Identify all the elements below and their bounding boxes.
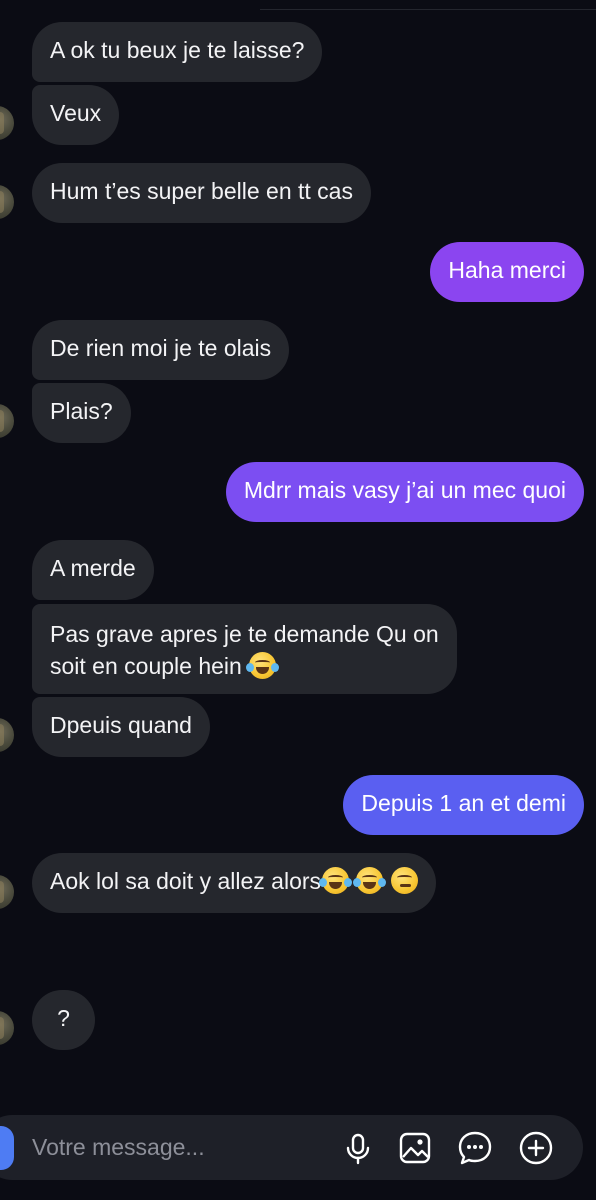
message-incoming[interactable]: Dpeuis quand: [32, 697, 210, 757]
face-with-tears-of-joy-icon: [246, 652, 280, 679]
message-text-line-1: Pas grave apres je te demande Qu on: [50, 621, 439, 647]
plus-circle-icon[interactable]: [514, 1126, 558, 1170]
smirking-face-icon: [390, 867, 418, 894]
message-text: A merde: [50, 555, 136, 581]
camera-button[interactable]: [0, 1126, 14, 1170]
chat-screen: A ok tu beux je te laisse? Veux Hum t’es…: [0, 0, 596, 1200]
microphone-icon[interactable]: [336, 1126, 380, 1170]
message-text-line-2-text: soit en couple hein: [50, 653, 242, 679]
contact-avatar[interactable]: [0, 875, 14, 909]
message-text: Aok lol sa doit y allez alors: [50, 868, 322, 894]
message-text: A ok tu beux je te laisse?: [50, 37, 305, 63]
contact-avatar[interactable]: [0, 718, 14, 752]
header-divider: [260, 9, 596, 10]
message-outgoing[interactable]: Haha merci: [430, 242, 584, 302]
message-incoming[interactable]: Aok lol sa doit y allez alors: [32, 853, 436, 913]
message-outgoing[interactable]: Depuis 1 an et demi: [343, 775, 584, 835]
message-incoming[interactable]: Plais?: [32, 383, 131, 443]
contact-avatar[interactable]: [0, 185, 14, 219]
message-text: Veux: [50, 100, 102, 126]
message-text: Mdrr mais vasy j’ai un mec quoi: [243, 477, 566, 503]
face-with-tears-of-joy-icon: [353, 867, 387, 894]
message-incoming[interactable]: A ok tu beux je te laisse?: [32, 22, 323, 82]
message-outgoing[interactable]: Mdrr mais vasy j’ai un mec quoi: [225, 462, 584, 522]
message-text: Hum t’es super belle en tt cas: [50, 178, 353, 204]
message-incoming[interactable]: ?: [32, 990, 95, 1050]
message-input[interactable]: Votre message...: [32, 1132, 205, 1162]
contact-avatar[interactable]: [0, 404, 14, 438]
message-incoming[interactable]: Hum t’es super belle en tt cas: [32, 163, 371, 223]
message-incoming[interactable]: A merde: [32, 540, 154, 600]
message-text: Plais?: [50, 398, 113, 424]
message-text: Depuis 1 an et demi: [361, 790, 566, 816]
contact-avatar[interactable]: [0, 106, 14, 140]
image-icon[interactable]: [393, 1126, 437, 1170]
message-text: ?: [57, 1005, 70, 1031]
face-with-tears-of-joy-icon: [319, 867, 353, 894]
message-incoming[interactable]: De rien moi je te olais: [32, 320, 290, 380]
message-incoming[interactable]: Veux: [32, 85, 120, 145]
sticker-chat-icon[interactable]: [453, 1126, 497, 1170]
contact-avatar[interactable]: [0, 1011, 14, 1045]
message-text: De rien moi je te olais: [50, 335, 272, 361]
message-text: Haha merci: [448, 257, 566, 283]
message-text-line-2: soit en couple hein: [50, 650, 439, 682]
message-incoming[interactable]: Pas grave apres je te demande Qu on soit…: [32, 604, 457, 694]
message-text: Dpeuis quand: [50, 712, 192, 738]
